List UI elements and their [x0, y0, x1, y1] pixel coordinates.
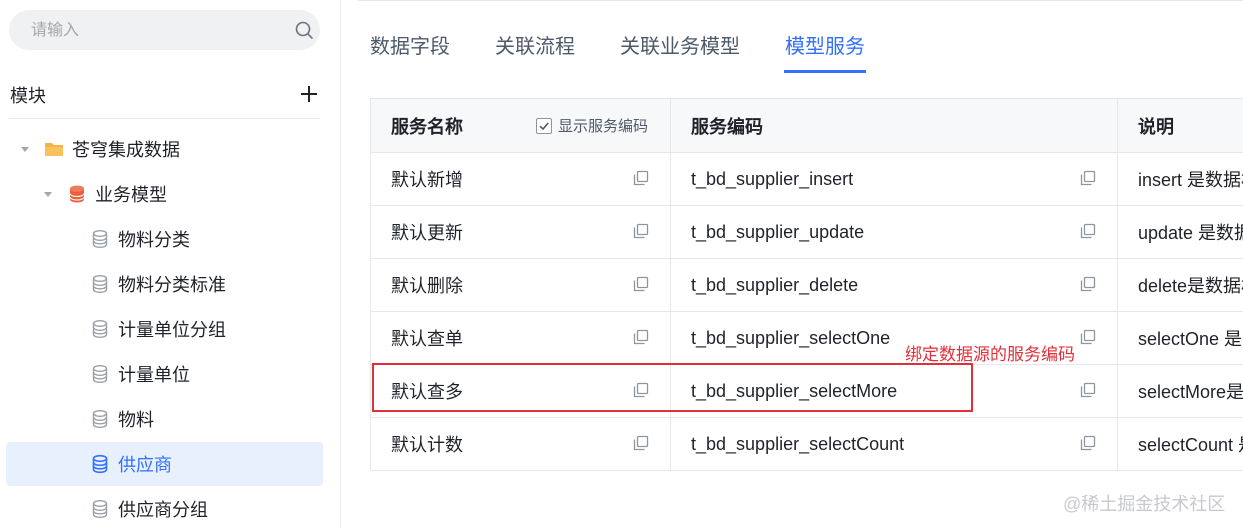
tab-data-fields[interactable]: 数据字段	[370, 30, 450, 59]
folder-icon	[45, 143, 63, 156]
service-name-cell: 默认新增	[371, 153, 671, 205]
show-code-checkbox[interactable]: 显示服务编码	[536, 115, 648, 136]
service-code: t_bd_supplier_selectCount	[691, 433, 905, 454]
tree-item-label: 计量单位	[118, 365, 190, 385]
module-title: 模块	[10, 86, 46, 106]
watermark: @稀土掘金技术社区	[1063, 494, 1226, 514]
service-name: 默认计数	[391, 435, 463, 455]
service-desc: selectMore是对	[1138, 382, 1243, 402]
copy-icon[interactable]	[1080, 435, 1096, 451]
copy-icon[interactable]	[1080, 329, 1096, 345]
copy-icon[interactable]	[1080, 276, 1096, 292]
tree-item-model[interactable]: 物料分类	[90, 219, 320, 259]
sidebar: 模块 苍穹集成数据 业务模型 物料分类 物料分类标准 计量单位分组 计量单位 物…	[0, 0, 341, 528]
database-icon	[92, 275, 108, 293]
copy-icon[interactable]	[1080, 223, 1096, 239]
service-desc: selectOne 是对	[1138, 329, 1243, 349]
caret-down-icon[interactable]	[20, 144, 30, 154]
service-name: 默认更新	[391, 223, 463, 243]
service-name-cell: 默认更新	[371, 206, 671, 258]
annotation-box	[372, 363, 973, 412]
show-code-label: 显示服务编码	[558, 118, 649, 135]
table-header: 服务名称 显示服务编码 服务编码 说明	[371, 99, 1243, 153]
service-code-cell: t_bd_supplier_selectCount	[671, 418, 1118, 470]
tree-item-model[interactable]: 计量单位	[90, 354, 320, 394]
database-icon	[92, 365, 108, 383]
service-desc: delete是数据格	[1138, 276, 1243, 296]
service-name: 默认新增	[391, 170, 463, 190]
tree-item-label: 物料分类标准	[118, 275, 226, 295]
tree-item-business-model[interactable]: 业务模型	[43, 174, 320, 214]
tab-related-flows[interactable]: 关联流程	[495, 30, 575, 59]
service-code-cell: t_bd_supplier_delete	[671, 259, 1118, 311]
copy-icon[interactable]	[633, 435, 649, 451]
tab-model-services[interactable]: 模型服务	[785, 30, 865, 59]
database-icon	[92, 454, 108, 474]
service-code: t_bd_supplier_delete	[691, 274, 859, 295]
header-cell-desc: 说明	[1138, 116, 1174, 137]
database-icon	[92, 230, 108, 248]
tree-item-label: 物料分类	[118, 230, 190, 250]
header-cell-code: 服务编码	[671, 99, 1118, 152]
search-input[interactable]	[29, 19, 283, 43]
services-table: 服务名称 显示服务编码 服务编码 说明 默认新增 t_bd_supplier_i…	[370, 98, 1243, 471]
service-name-cell: 默认计数	[371, 418, 671, 470]
tree-item-model[interactable]: 物料分类标准	[90, 264, 320, 304]
tree-item-label: 供应商	[118, 455, 172, 475]
main-panel: 数据字段 关联流程 关联业务模型 模型服务 服务名称 显示服务编码 服务编码 说…	[341, 0, 1243, 528]
tree-item-supplier[interactable]: 供应商	[6, 442, 323, 486]
header-cell-name: 服务名称 显示服务编码	[371, 99, 671, 152]
copy-icon[interactable]	[633, 170, 649, 186]
tree-item-model[interactable]: 物料	[90, 399, 320, 439]
database-icon	[92, 410, 108, 428]
add-icon[interactable]	[299, 84, 319, 104]
copy-icon[interactable]	[633, 329, 649, 345]
copy-icon[interactable]	[1080, 382, 1096, 398]
check-icon	[539, 121, 549, 130]
copy-icon[interactable]	[633, 276, 649, 292]
tree-item-label: 供应商分组	[118, 500, 208, 520]
service-code: t_bd_supplier_update	[691, 221, 865, 242]
service-name: 默认查单	[391, 329, 463, 349]
tab-related-models[interactable]: 关联业务模型	[620, 30, 740, 59]
database-icon	[69, 185, 85, 203]
tree-item-model[interactable]: 供应商分组	[90, 489, 320, 529]
tree-item-label: 计量单位分组	[118, 320, 226, 340]
caret-down-icon[interactable]	[43, 189, 53, 199]
header-name-label: 服务名称	[391, 116, 463, 137]
search-box[interactable]	[9, 10, 320, 50]
service-code: t_bd_supplier_selectOne	[691, 327, 891, 348]
tree-item-label: 物料	[118, 410, 154, 430]
service-code: t_bd_supplier_insert	[691, 168, 854, 189]
table-row[interactable]: 默认更新 t_bd_supplier_update update 是数据	[371, 206, 1243, 259]
tree-item-label: 苍穹集成数据	[72, 140, 180, 160]
service-name-cell: 默认查单	[371, 312, 671, 364]
checkbox-box[interactable]	[536, 117, 552, 134]
database-icon	[92, 320, 108, 338]
annotation-text: 绑定数据源的服务编码	[905, 345, 1075, 364]
tree-item-model[interactable]: 计量单位分组	[90, 309, 320, 349]
table-row[interactable]: 默认新增 t_bd_supplier_insert insert 是数据格	[371, 153, 1243, 206]
active-tab-indicator	[784, 70, 866, 73]
tree-item-root[interactable]: 苍穹集成数据	[20, 129, 320, 169]
service-desc: selectCount 是	[1138, 435, 1243, 455]
service-code-cell: t_bd_supplier_update	[671, 206, 1118, 258]
database-icon	[92, 500, 108, 518]
divider	[9, 118, 320, 119]
service-name-cell: 默认删除	[371, 259, 671, 311]
tree-item-label: 业务模型	[95, 185, 167, 205]
search-icon[interactable]	[294, 20, 314, 40]
table-row[interactable]: 默认计数 t_bd_supplier_selectCount selectCou…	[371, 418, 1243, 470]
service-name: 默认删除	[391, 276, 463, 296]
tab-bar: 数据字段 关联流程 关联业务模型 模型服务	[341, 0, 1243, 74]
service-desc: insert 是数据格	[1138, 170, 1243, 190]
service-code-cell: t_bd_supplier_insert	[671, 153, 1118, 205]
table-row[interactable]: 默认删除 t_bd_supplier_delete delete是数据格	[371, 259, 1243, 312]
service-desc: update 是数据	[1138, 223, 1243, 243]
copy-icon[interactable]	[633, 223, 649, 239]
copy-icon[interactable]	[1080, 170, 1096, 186]
table-row[interactable]: 默认查单 t_bd_supplier_selectOne selectOne 是…	[371, 312, 1243, 365]
